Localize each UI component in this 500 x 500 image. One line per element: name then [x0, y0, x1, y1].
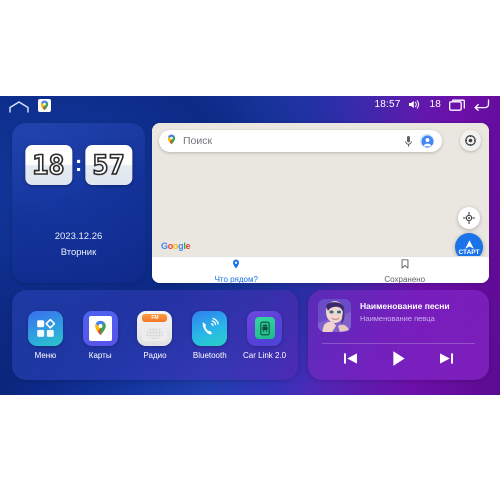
- map-pin-icon: [167, 132, 176, 150]
- status-bar-left: [9, 99, 51, 113]
- music-player-widget[interactable]: Наименование песни Наименование певца: [308, 290, 489, 380]
- home-icon[interactable]: [9, 100, 29, 113]
- bookmark-icon: [401, 256, 409, 274]
- menu-grid-icon: [27, 310, 63, 346]
- recents-icon[interactable]: [449, 99, 465, 111]
- layers-settings-icon: [465, 135, 476, 146]
- back-icon[interactable]: [473, 98, 490, 111]
- google-maps-widget[interactable]: Поиск G o o g l e СТАРТ Что рядом? Сохра…: [152, 123, 489, 283]
- play-icon[interactable]: [391, 350, 406, 367]
- status-time: 18:57: [374, 99, 401, 110]
- maps-app-icon[interactable]: [38, 99, 51, 112]
- volume-icon[interactable]: [408, 99, 421, 110]
- app-label-maps: Карты: [88, 350, 112, 360]
- app-shortcut-maps[interactable]: Карты: [75, 310, 125, 360]
- app-label-bluetooth: Bluetooth: [192, 350, 227, 360]
- clock-widget[interactable]: 18 : 57 2023.12.26 Вторник: [12, 123, 145, 283]
- account-avatar-icon[interactable]: [420, 134, 434, 148]
- clock-hours-tile: 18: [24, 145, 72, 185]
- album-art-portrait: [318, 299, 351, 332]
- car-head-unit-home-screen: 18:57 18 18: 57 2023.12.26 Вторник Поис…: [0, 96, 500, 395]
- clock-minutes: 57: [92, 149, 126, 181]
- map-layers-button[interactable]: [460, 130, 481, 151]
- car-link-icon: [247, 310, 283, 346]
- bluetooth-phone-icon: [192, 310, 228, 346]
- tab-saved[interactable]: Сохранено: [321, 257, 490, 283]
- clock-weekday: Вторник: [60, 247, 97, 258]
- app-label-carlink: Car Link 2.0: [243, 350, 287, 360]
- app-shortcuts-panel: Меню Карты FM Радио Bluetooth Car Link 2…: [12, 290, 298, 380]
- status-bar-right: 18:57 18: [374, 98, 490, 111]
- app-shortcut-carlink[interactable]: Car Link 2.0: [240, 310, 290, 360]
- next-track-icon[interactable]: [439, 352, 454, 365]
- volume-level: 18: [429, 99, 441, 110]
- map-bottom-tabs: Что рядом? Сохранено: [152, 256, 489, 283]
- music-title: Наименование песни: [360, 301, 450, 311]
- nearby-pin-icon: [232, 256, 240, 274]
- music-controls: [308, 350, 489, 367]
- flip-clock: 18 : 57: [24, 145, 133, 185]
- music-text-block: Наименование песни Наименование певца: [360, 299, 450, 323]
- tab-nearby[interactable]: Что рядом?: [152, 257, 321, 283]
- clock-minutes-tile: 57: [85, 145, 133, 185]
- map-search-bar[interactable]: Поиск: [159, 130, 442, 152]
- my-location-button[interactable]: [458, 207, 480, 229]
- app-shortcut-radio[interactable]: FM Радио: [130, 310, 180, 360]
- radio-icon: FM: [137, 310, 173, 346]
- clock-date: 2023.12.26: [54, 231, 103, 242]
- maps-inner-tile: [88, 315, 112, 341]
- tab-saved-label: Сохранено: [384, 275, 426, 283]
- radio-band-label: FM: [142, 313, 168, 322]
- app-label-menu: Меню: [34, 350, 57, 360]
- music-now-playing: Наименование песни Наименование певца: [318, 299, 450, 332]
- clock-separator: :: [74, 150, 83, 176]
- google-logo: Google: [161, 241, 191, 251]
- car-link-inner-tile: [254, 317, 275, 339]
- tab-nearby-label: Что рядом?: [214, 275, 258, 283]
- app-shortcut-bluetooth[interactable]: Bluetooth: [185, 310, 235, 360]
- app-shortcut-menu[interactable]: Меню: [20, 310, 70, 360]
- app-label-radio: Радио: [143, 350, 167, 360]
- search-input[interactable]: Поиск: [183, 135, 397, 147]
- clock-hours: 18: [31, 149, 65, 181]
- previous-track-icon[interactable]: [343, 352, 358, 365]
- music-artist: Наименование певца: [360, 314, 435, 323]
- start-button-label: СТАРТ: [458, 248, 480, 256]
- music-divider: [322, 343, 475, 344]
- my-location-icon: [463, 212, 475, 224]
- microphone-icon[interactable]: [404, 135, 413, 148]
- radio-speaker-dots: [146, 327, 164, 339]
- status-bar: 18:57 18: [0, 96, 500, 118]
- maps-app-icon: [82, 310, 118, 346]
